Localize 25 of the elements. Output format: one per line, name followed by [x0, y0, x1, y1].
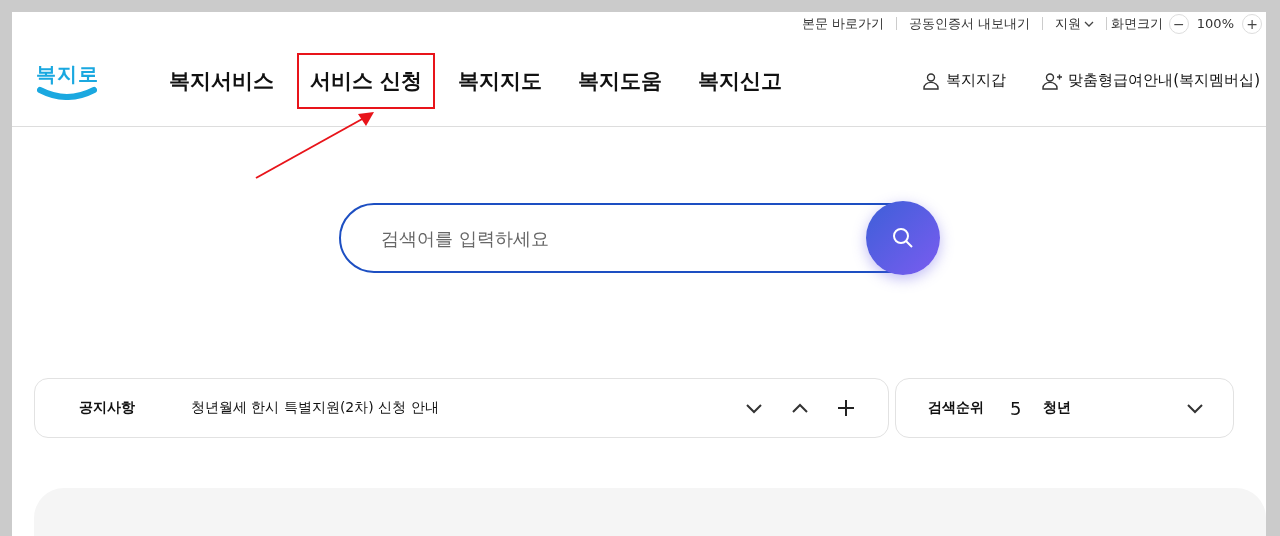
person-icon [922, 71, 941, 90]
dropdown-link[interactable]: 지원 [1042, 17, 1107, 30]
nav-menu-item[interactable]: 복지신고 [685, 52, 796, 109]
ranking-label: 검색순위 [928, 399, 984, 417]
zoom-out-button[interactable]: − [1168, 13, 1189, 34]
search-icon [891, 226, 915, 250]
plus-icon[interactable] [836, 398, 856, 418]
notice-text[interactable]: 청년월세 한시 특별지원(2차) 신청 안내 [191, 399, 744, 417]
search-button[interactable] [866, 201, 940, 275]
header-link[interactable]: 맞춤형급여안내(복지멤버십) [1042, 71, 1260, 90]
rank-number: 5 [1010, 397, 1022, 419]
add-person-icon [1042, 71, 1063, 90]
notice-label: 공지사항 [79, 399, 136, 417]
search-bar[interactable]: 검색어를 입력하세요 [339, 203, 939, 273]
nav-menu-item[interactable]: 복지지도 [445, 52, 556, 109]
nav-menu-item[interactable]: 복지서비스 [156, 52, 287, 109]
zoom-label: 화면크기 [1109, 14, 1164, 33]
ranking-term[interactable]: 청년 [1043, 399, 1185, 417]
top-link[interactable]: 본문 바로가기 [789, 17, 897, 30]
header-link[interactable]: 복지지갑 [922, 71, 1007, 90]
zoom-in-button[interactable]: + [1242, 13, 1262, 34]
zoom-value: 100% [1195, 16, 1235, 31]
nav-menu-item[interactable]: 복지도움 [565, 52, 676, 109]
nav-menu-item[interactable]: 서비스 신청 [297, 52, 436, 109]
top-link[interactable]: 공동인증서 내보내기 [896, 17, 1043, 30]
